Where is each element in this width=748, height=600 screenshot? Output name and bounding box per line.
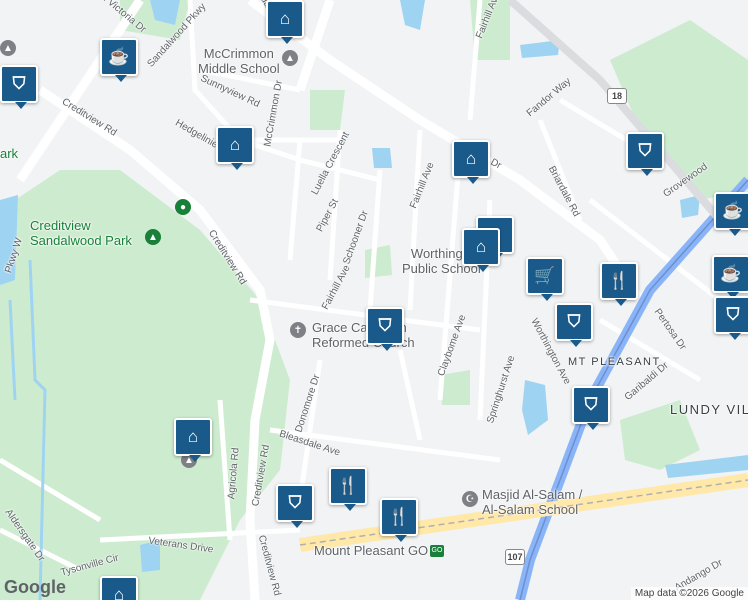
park-tree-icon[interactable]: ▲: [145, 229, 161, 245]
route-18-shield: 18: [607, 88, 627, 104]
school-icon[interactable]: ⌂: [452, 140, 490, 184]
shopping-bag-icon[interactable]: ⛉: [626, 132, 664, 176]
poi-label-masjid[interactable]: Masjid Al-Salam / Al-Salam School: [482, 487, 582, 517]
poi-label-creditview-park[interactable]: Creditview Sandalwood Park: [30, 218, 132, 248]
coffee-icon[interactable]: ☕: [714, 192, 748, 236]
school-icon[interactable]: ⌂: [462, 228, 500, 272]
restaurant-icon[interactable]: 🍴: [329, 467, 367, 511]
school-dot-icon[interactable]: ▲: [0, 40, 16, 56]
restaurant-icon[interactable]: 🍴: [380, 498, 418, 542]
shopping-cart-icon[interactable]: 🛒: [526, 257, 564, 301]
area-label-lundy: LUNDY VILL: [670, 402, 748, 417]
map-canvas[interactable]: n Victoria Dr Sandalwood Pkwy Sandalwood…: [0, 0, 748, 600]
water: [522, 380, 548, 435]
church-dot-icon[interactable]: ✝: [290, 322, 306, 338]
restaurant-icon[interactable]: 🍴: [600, 262, 638, 306]
shopping-bag-icon[interactable]: ⛉: [366, 307, 404, 351]
map-attribution[interactable]: Map data ©2026 Google: [630, 587, 748, 600]
park-area: [365, 245, 392, 278]
map-base: [0, 0, 748, 600]
google-logo: Google: [4, 577, 66, 597]
shopping-bag-icon[interactable]: ⛉: [276, 484, 314, 528]
poi-label-mount-pleasant-go[interactable]: Mount Pleasant GO: [314, 543, 428, 558]
water: [372, 148, 392, 168]
poi-label-mccrimmon-school[interactable]: McCrimmon Middle School: [198, 46, 280, 76]
coffee-icon[interactable]: ☕: [100, 38, 138, 82]
shopping-bag-icon[interactable]: ⛉: [572, 386, 610, 430]
shopping-bag-icon[interactable]: ⛉: [555, 303, 593, 347]
shopping-bag-icon[interactable]: ⛉: [714, 296, 748, 340]
park-area: [310, 90, 345, 130]
route-107-shield: 107: [505, 549, 525, 565]
school-icon[interactable]: ⌂: [216, 126, 254, 170]
transit-dot-icon[interactable]: ●: [175, 199, 191, 215]
poi-label-park-cut: ark: [0, 146, 19, 161]
coffee-icon[interactable]: ☕: [712, 255, 748, 299]
water: [400, 0, 425, 30]
school-icon[interactable]: ⌂: [174, 418, 212, 462]
train-station-icon[interactable]: GO: [430, 545, 444, 557]
school-icon[interactable]: ⌂: [100, 576, 138, 600]
shopping-bag-icon[interactable]: ⛉: [0, 65, 38, 109]
school-icon[interactable]: ⌂: [266, 0, 304, 44]
area-label-mt-pleasant: MT PLEASANT: [568, 356, 661, 368]
mosque-dot-icon[interactable]: ☪: [462, 491, 478, 507]
school-dot-icon[interactable]: ▲: [282, 50, 298, 66]
